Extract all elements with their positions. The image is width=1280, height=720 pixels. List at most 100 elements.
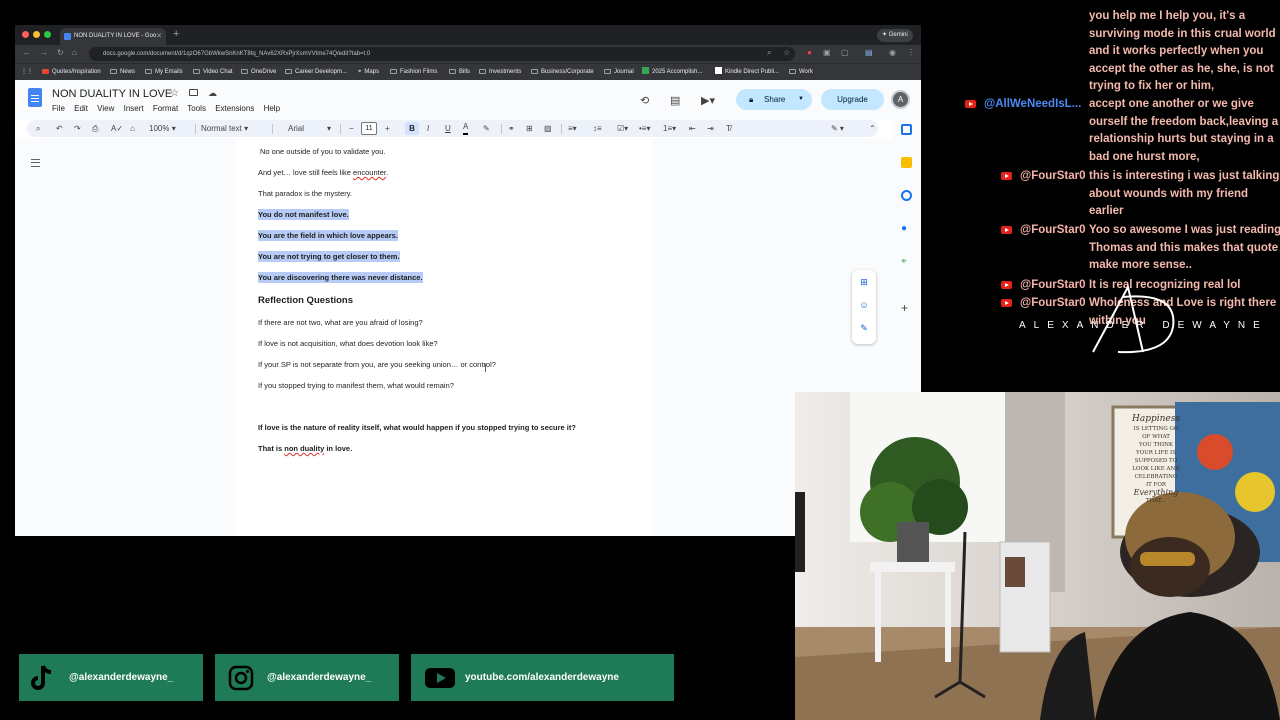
extension-icon[interactable]: ● [807, 48, 812, 57]
clear-formatting-icon[interactable]: T̸ [726, 120, 731, 137]
bookmark-folder[interactable]: Work [789, 64, 813, 81]
insert-image-icon[interactable]: ▨ [544, 120, 552, 137]
contacts-icon[interactable]: ● [901, 223, 912, 234]
star-icon[interactable]: ☆ [170, 88, 179, 99]
comments-icon[interactable]: ▤ [670, 94, 680, 107]
chat-author[interactable]: @FourStar0 [1020, 297, 1086, 309]
chat-author[interactable]: @FourStar0 [1020, 224, 1086, 236]
text-color-icon[interactable]: A [463, 121, 469, 135]
menu-file[interactable]: File [52, 104, 65, 113]
bookmark-folder[interactable]: Fashion Films [390, 64, 437, 81]
docs-logo-icon[interactable] [28, 88, 42, 107]
tiktok-banner[interactable]: @alexanderdewayne_ [19, 654, 203, 701]
reload-icon[interactable]: ↻ [57, 48, 64, 57]
paint-format-icon[interactable]: ⌂ [130, 120, 135, 137]
back-icon[interactable]: ← [23, 48, 31, 57]
bookmark-folder[interactable]: Video Chat [193, 64, 233, 81]
undo-icon[interactable]: ↶ [56, 120, 63, 137]
extension-icon-2[interactable]: ▣ [823, 48, 831, 57]
bookmark-folder[interactable]: Business/Corporate [531, 64, 594, 81]
menu-edit[interactable]: Edit [74, 104, 88, 113]
move-folder-icon[interactable] [189, 89, 198, 96]
chat-author[interactable]: @FourStar0 [1020, 279, 1086, 291]
bookmark-star-icon[interactable]: ☆ [783, 48, 790, 57]
numbered-list-icon[interactable]: 1≡▾ [663, 120, 676, 137]
chevron-down-icon[interactable]: ▾ [327, 120, 331, 137]
add-comment-icon[interactable]: ⊞ [858, 276, 870, 288]
decrease-font-icon[interactable]: − [349, 120, 354, 137]
print-icon[interactable]: ⎙ [92, 120, 98, 137]
collapse-menus-icon[interactable]: ⌃ [869, 120, 876, 137]
menu-dots-icon[interactable]: ⋮ [907, 48, 915, 57]
add-addon-icon[interactable]: + [901, 302, 912, 314]
zoom-icon[interactable]: ⌕ [767, 48, 771, 58]
bookmark-item[interactable]: Kindle Direct Publi... [715, 64, 779, 81]
increase-indent-icon[interactable]: ⇥ [707, 120, 714, 137]
bookmark-item[interactable]: ⌖ Maps [358, 64, 379, 81]
highlight-color-icon[interactable]: ✎ [483, 120, 490, 137]
bookmark-folder[interactable]: Bills [449, 64, 470, 81]
meet-icon[interactable]: ▶▾ [701, 94, 715, 107]
redo-icon[interactable]: ↷ [74, 120, 81, 137]
youtube-banner[interactable]: youtube.com/alexanderdewayne [411, 654, 674, 701]
bookmark-item[interactable]: Quotes/Inspiration [42, 64, 101, 81]
profile-icon[interactable]: ◉ [889, 48, 896, 57]
close-window-icon[interactable] [22, 31, 29, 38]
bookmark-item[interactable]: 2025 Accomplish... [642, 64, 702, 81]
bookmark-folder[interactable]: Career Developm... [285, 64, 347, 81]
instagram-banner[interactable]: @alexanderdewayne_ [215, 654, 399, 701]
italic-icon[interactable]: I [427, 120, 429, 137]
new-tab-icon[interactable]: + [173, 28, 179, 40]
align-icon[interactable]: ≡▾ [568, 120, 577, 137]
tasks-icon[interactable] [901, 190, 912, 201]
chat-author[interactable]: @AllWeNeedIsL... [984, 98, 1081, 110]
decrease-indent-icon[interactable]: ⇤ [689, 120, 696, 137]
minimize-window-icon[interactable] [33, 31, 40, 38]
style-select[interactable]: Normal text ▾ [201, 120, 248, 137]
upgrade-button[interactable]: Upgrade [821, 89, 884, 110]
maps-icon[interactable]: ⌖ [901, 256, 912, 267]
document-title[interactable]: NON DUALITY IN LOVE [52, 88, 172, 100]
history-icon[interactable]: ⟲ [640, 94, 649, 107]
spellcheck-icon[interactable]: A✓ [111, 120, 123, 137]
gemini-button[interactable]: ✦ Gemini [877, 29, 913, 42]
bulleted-list-icon[interactable]: •≡▾ [639, 120, 650, 137]
line-spacing-icon[interactable]: ↕≡ [593, 120, 602, 137]
font-select[interactable]: Arial [288, 120, 304, 137]
browser-tab[interactable]: NON DUALITY IN LOVE - Goo ✕ [60, 28, 166, 45]
menu-help[interactable]: Help [264, 104, 280, 113]
extension-icon-3[interactable]: ▢ [841, 48, 849, 57]
bookmark-folder[interactable]: Journal [604, 64, 634, 81]
increase-font-icon[interactable]: + [385, 120, 390, 137]
search-menus-icon[interactable]: ⌕ [36, 120, 40, 137]
calendar-icon[interactable] [901, 124, 912, 135]
checklist-icon[interactable]: ☑▾ [617, 120, 628, 137]
home-icon[interactable]: ⌂ [72, 48, 77, 57]
menu-tools[interactable]: Tools [187, 104, 206, 113]
bookmark-folder[interactable]: My Emails [145, 64, 183, 81]
apps-grid-icon[interactable]: ⋮⋮ [21, 64, 33, 81]
document-page[interactable]: No one outside of you to validate you. A… [236, 139, 652, 536]
sidebar-icon[interactable]: ▤ [865, 48, 873, 57]
share-button[interactable]: 🔒︎ Share ▼ [736, 89, 812, 110]
keep-icon[interactable] [901, 157, 912, 168]
insert-link-icon[interactable]: ⚭ [508, 120, 515, 137]
bold-button[interactable]: B [405, 122, 419, 135]
menu-insert[interactable]: Insert [124, 104, 144, 113]
url-field[interactable]: docs.google.com/document/d/1qzO67GbWkwSn… [89, 47, 795, 61]
chat-author[interactable]: @FourStar0 [1020, 170, 1086, 182]
menu-format[interactable]: Format [153, 104, 178, 113]
document-outline-icon[interactable] [31, 159, 40, 167]
zoom-select[interactable]: 100% ▾ [149, 120, 176, 137]
avatar[interactable]: A [891, 90, 910, 109]
add-comment-icon[interactable]: ⊞ [526, 120, 533, 137]
underline-icon[interactable]: U [445, 120, 451, 137]
cloud-saved-icon[interactable]: ☁ [208, 88, 217, 99]
maximize-window-icon[interactable] [44, 31, 51, 38]
suggest-edits-icon[interactable]: ✎ [858, 322, 870, 334]
editing-mode-icon[interactable]: ✎ ▾ [831, 120, 844, 137]
bookmark-folder[interactable]: News [110, 64, 135, 81]
misspelled-word[interactable]: encounter [353, 168, 386, 177]
menu-view[interactable]: View [97, 104, 114, 113]
emoji-reaction-icon[interactable]: ☺ [858, 299, 870, 311]
